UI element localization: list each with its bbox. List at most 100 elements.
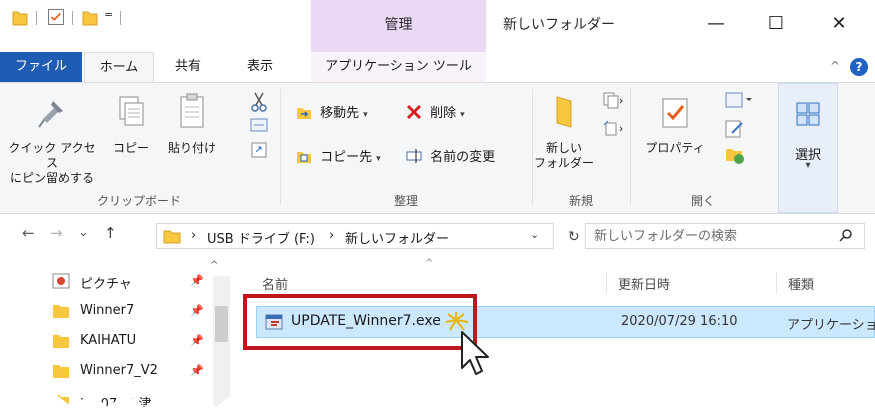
breadcrumb-separator[interactable]: ›	[329, 228, 334, 243]
delete-button[interactable]: 削除 ▾	[406, 103, 465, 125]
pictures-icon	[52, 273, 70, 289]
sort-indicator: ^	[425, 258, 434, 269]
torn-edge-decoration	[0, 393, 875, 419]
window-title: 新しいフォルダー	[503, 17, 615, 33]
recent-locations-button[interactable]: ⌄	[78, 225, 89, 240]
organize-group-label: 整理	[393, 194, 418, 208]
help-icon[interactable]: ?	[850, 58, 868, 76]
paste-icon	[180, 93, 204, 128]
context-tab-label: 管理	[384, 17, 413, 33]
tab-view[interactable]: 表示	[230, 52, 290, 82]
paste-shortcut-icon[interactable]	[250, 141, 268, 159]
new-group-label: 新規	[568, 194, 593, 208]
copy-to-caret: ▾	[376, 154, 381, 164]
move-to-icon	[297, 108, 311, 119]
nav-item-winner7[interactable]: Winner7 📌	[0, 298, 213, 326]
address-dropdown-button[interactable]: ⌄	[530, 228, 539, 241]
new-folder-label-line2: フォルダー	[534, 156, 595, 170]
new-folder-icon	[556, 96, 572, 128]
collapse-ribbon-button[interactable]: ^	[830, 59, 840, 73]
select-group[interactable]: 選択 ▾	[778, 83, 838, 213]
file-modified: 2020/07/29 16:10	[621, 314, 738, 329]
file-type: アプリケーション	[787, 318, 875, 333]
search-input[interactable]	[594, 226, 824, 246]
pin-icon: 📌	[190, 274, 204, 287]
refresh-button[interactable]: ↻	[568, 229, 580, 245]
folder-icon	[53, 365, 69, 378]
pin-to-quick-access-button[interactable]: クイック アクセス にピン留めする	[4, 87, 100, 186]
folder-icon	[53, 305, 69, 318]
minimize-button[interactable]: —	[693, 8, 739, 38]
nav-item-label: ピクチャ	[80, 277, 132, 292]
copy-icon	[119, 96, 144, 126]
group-separator	[280, 89, 281, 205]
qat-separator	[120, 11, 121, 25]
group-separator	[532, 89, 533, 205]
paste-button[interactable]: 貼り付け	[160, 87, 224, 156]
address-box[interactable]: › USB ドライブ (F:) › 新しいフォルダー ⌄	[156, 223, 554, 249]
breadcrumb-separator[interactable]: ›	[191, 228, 196, 243]
folder-icon[interactable]	[12, 8, 28, 28]
open-group-label: 開く	[690, 194, 715, 208]
copy-to-button[interactable]: コピー先 ▾	[296, 147, 381, 169]
copy-path-icon[interactable]	[250, 117, 268, 133]
close-button[interactable]: ✕	[816, 8, 862, 38]
back-button[interactable]: ←	[22, 224, 35, 242]
group-separator	[630, 89, 631, 205]
tab-file[interactable]: ファイル	[0, 52, 82, 82]
nav-item-winner7-v2[interactable]: Winner7_V2 📌	[0, 358, 213, 386]
pin-icon: 📌	[190, 364, 204, 377]
nav-scroll-up-button[interactable]: ^	[210, 260, 218, 271]
ribbon: クイック アクセス にピン留めする コピー 貼り付け クリップボード 移動先 ▾…	[0, 82, 875, 214]
properties-button[interactable]: プロパティ	[640, 87, 710, 156]
easy-access-icon[interactable]	[602, 119, 624, 139]
clipboard-group-label: クリップボード	[96, 194, 181, 208]
paste-label: 貼り付け	[167, 141, 216, 155]
nav-item-kaihatu[interactable]: KAIHATU 📌	[0, 328, 213, 356]
rename-button[interactable]: 名前の変更	[406, 147, 495, 169]
breadcrumb-usb-drive[interactable]: USB ドライブ (F:)	[207, 228, 315, 247]
context-tab-header: 管理	[311, 0, 486, 52]
search-box[interactable]	[585, 223, 865, 249]
cut-icon[interactable]	[250, 91, 268, 113]
nav-scroll-thumb[interactable]	[215, 306, 228, 342]
nav-item-label: Winner7_V2	[80, 363, 158, 378]
select-caret: ▾	[805, 160, 811, 171]
rename-icon	[406, 149, 422, 163]
open-group: プロパティ 開く	[632, 83, 774, 213]
forward-button[interactable]: →	[50, 224, 63, 242]
qat-dropdown[interactable]: =	[104, 8, 113, 21]
copy-button[interactable]: コピー	[108, 87, 154, 156]
tab-home[interactable]: ホーム	[84, 52, 154, 83]
up-button[interactable]: ↑	[104, 224, 117, 242]
copy-label: コピー	[112, 141, 149, 155]
delete-icon	[406, 104, 422, 120]
column-separator	[606, 272, 607, 294]
new-folder-button[interactable]: 新しい フォルダー	[534, 87, 594, 171]
tab-app-tools[interactable]: アプリケーション ツール	[311, 52, 486, 82]
move-to-button[interactable]: 移動先 ▾	[296, 103, 368, 125]
properties-checkbox-icon[interactable]	[48, 9, 64, 25]
maximize-button[interactable]: ☐	[753, 8, 799, 38]
column-header-modified[interactable]: 更新日時	[618, 274, 670, 293]
history-icon[interactable]	[724, 145, 746, 165]
copy-to-label: コピー先	[320, 150, 373, 165]
delete-caret: ▾	[460, 110, 465, 120]
select-all-icon	[796, 102, 820, 126]
delete-label: 削除	[430, 106, 457, 121]
new-folder-icon[interactable]	[82, 8, 98, 28]
search-icon[interactable]	[838, 228, 854, 244]
new-item-icon[interactable]	[602, 91, 624, 111]
column-header-name[interactable]: 名前	[262, 274, 288, 293]
open-icon[interactable]	[724, 91, 754, 109]
column-header-type[interactable]: 種類	[788, 274, 814, 293]
pin-icon	[38, 101, 63, 128]
new-folder-label-line1: 新しい	[545, 141, 582, 155]
ribbon-tab-bar: ファイル ホーム 共有 表示 アプリケーション ツール ^ ?	[0, 52, 875, 83]
clipboard-group: クイック アクセス にピン留めする コピー 貼り付け クリップボード	[0, 83, 278, 213]
nav-item-pictures[interactable]: ピクチャ 📌	[0, 268, 213, 296]
tab-share[interactable]: 共有	[162, 52, 214, 82]
nav-item-label: KAIHATU	[80, 333, 137, 348]
edit-icon[interactable]	[724, 119, 746, 139]
breadcrumb-new-folder[interactable]: 新しいフォルダー	[345, 228, 449, 247]
